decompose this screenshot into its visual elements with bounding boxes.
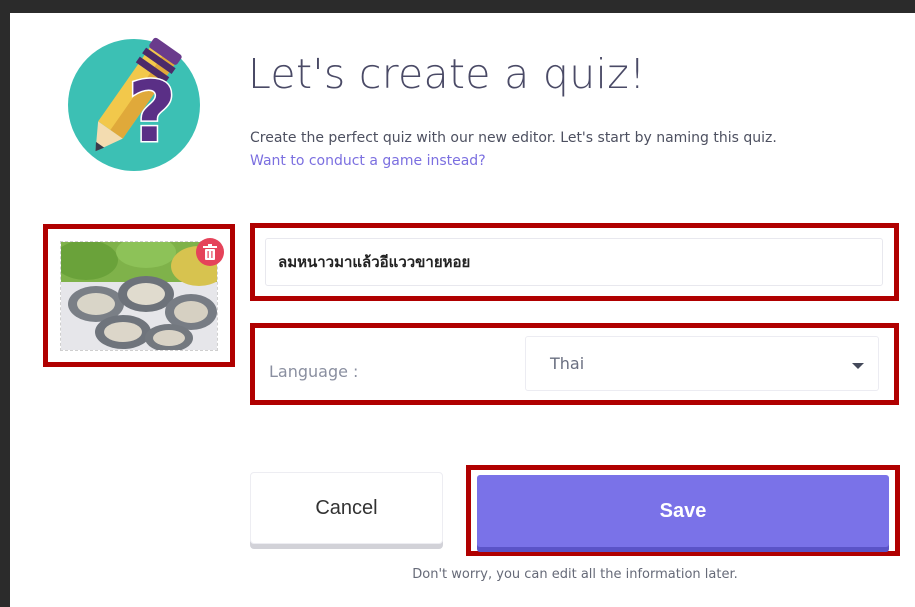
subtitle-text: Create the perfect quiz with our new edi… <box>250 130 777 146</box>
conduct-game-link[interactable]: Want to conduct a game instead? <box>250 153 486 169</box>
quiz-logo-icon: ? <box>68 37 200 171</box>
footer-note: Don't worry, you can edit all the inform… <box>412 567 738 582</box>
svg-text:?: ? <box>128 63 177 161</box>
page-subtitle: Create the perfect quiz with our new edi… <box>250 127 810 173</box>
cover-image-highlight <box>43 224 235 367</box>
language-select[interactable]: Thai <box>525 336 879 391</box>
language-label: Language : <box>269 362 359 381</box>
quiz-name-highlight <box>250 223 899 301</box>
cover-image[interactable] <box>60 241 218 351</box>
cancel-button[interactable]: Cancel <box>250 472 443 544</box>
language-highlight: Language : Thai <box>250 323 899 405</box>
quiz-name-input[interactable] <box>265 238 883 286</box>
caret-down-icon <box>852 363 864 369</box>
save-button[interactable]: Save <box>477 475 889 547</box>
oysters-image <box>61 242 217 350</box>
page-title: Let's create a quiz! <box>248 50 646 98</box>
save-highlight: Save <box>466 465 900 556</box>
trash-icon <box>203 244 217 260</box>
language-value: Thai <box>550 354 585 373</box>
delete-image-button[interactable] <box>196 238 224 266</box>
